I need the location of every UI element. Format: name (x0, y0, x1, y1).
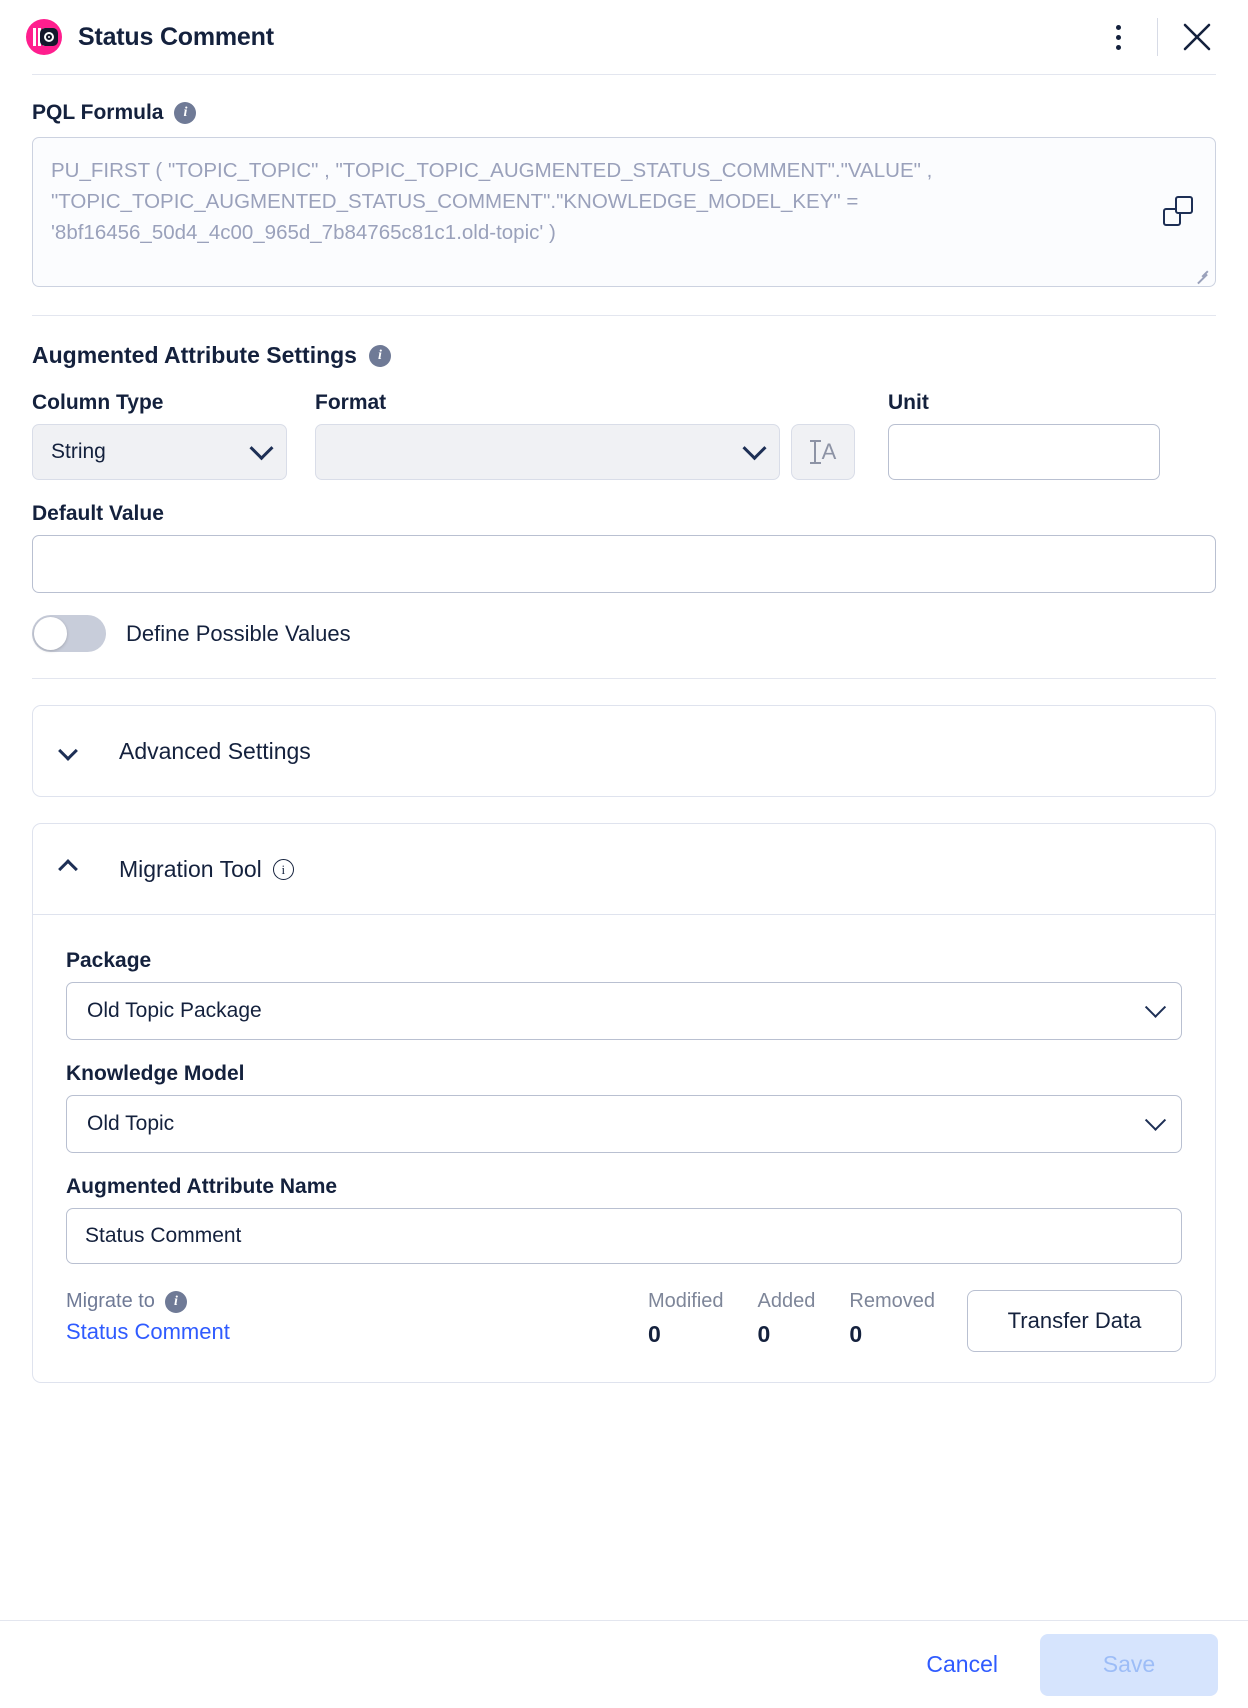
advanced-settings-title-row: Advanced Settings (119, 738, 311, 765)
unit-field: Unit (888, 391, 1160, 480)
info-icon[interactable]: i (164, 1290, 187, 1313)
stat-modified-label: Modified (647, 1290, 724, 1312)
format-label: Format (315, 391, 387, 414)
info-icon[interactable]: i (368, 344, 391, 367)
package-label: Package (66, 949, 152, 972)
knowledge-model-field: Knowledge Model Old Topic (66, 1062, 1182, 1153)
format-field: Format (315, 391, 780, 480)
define-possible-values-row: Define Possible Values (32, 615, 1216, 652)
dialog-header-left: Status Comment (26, 19, 274, 55)
column-type-value: String (51, 440, 106, 463)
augmented-attribute-name-field: Augmented Attribute Name (66, 1175, 1182, 1264)
pql-formula-text: PU_FIRST ( "TOPIC_TOPIC" , "TOPIC_TOPIC_… (51, 159, 938, 244)
cancel-button[interactable]: Cancel (912, 1641, 1012, 1688)
migrate-to-caption-row: Migrate to i (66, 1290, 648, 1313)
chip-icon (40, 28, 58, 46)
page-title: Status Comment (78, 22, 274, 51)
pql-formula-label-row: PQL Formula i (32, 101, 1216, 125)
close-button[interactable] (1174, 14, 1220, 60)
default-value-input[interactable] (32, 535, 1216, 593)
status-comment-dialog: Status Comment PQL Formula i PU_FIRST ( … (0, 0, 1248, 1708)
columns-chip-icon (26, 19, 62, 55)
pql-formula-label: PQL Formula (32, 101, 164, 124)
dialog-body: PQL Formula i PU_FIRST ( "TOPIC_TOPIC" ,… (0, 74, 1248, 1620)
chevron-up-icon (58, 859, 78, 879)
stat-removed-value: 0 (849, 1321, 863, 1347)
package-field: Package Old Topic Package (66, 949, 1182, 1040)
dialog-header: Status Comment (0, 0, 1248, 74)
migration-tool-title: Migration Tool (119, 855, 262, 882)
header-divider (1157, 18, 1158, 56)
package-select[interactable]: Old Topic Package (66, 982, 1182, 1040)
chevron-down-icon (58, 741, 78, 761)
column-type-label: Column Type (32, 391, 164, 414)
toggle-knob (34, 617, 67, 650)
stat-modified-value: 0 (647, 1321, 661, 1347)
stat-added-label: Added (757, 1290, 816, 1312)
default-value-field: Default Value (32, 502, 1216, 593)
augmented-settings-row: Column Type String Format A Unit (32, 391, 1216, 480)
stat-removed-label: Removed (849, 1290, 935, 1312)
define-possible-values-toggle[interactable] (32, 615, 106, 652)
format-select[interactable] (315, 424, 780, 480)
define-possible-values-label: Define Possible Values (126, 620, 351, 646)
advanced-settings-header[interactable]: Advanced Settings (33, 706, 1215, 796)
dialog-header-actions (1095, 14, 1220, 60)
knowledge-model-select[interactable]: Old Topic (66, 1095, 1182, 1153)
migration-tool-title-row: Migration Tool i (119, 856, 294, 883)
text-format-glyph: A (821, 439, 837, 464)
chevron-down-icon (1144, 1109, 1167, 1131)
migration-tool-header[interactable]: Migration Tool i (33, 824, 1215, 914)
stat-added-value: 0 (757, 1321, 771, 1347)
section-divider-2 (32, 678, 1216, 679)
default-value-label: Default Value (32, 502, 164, 525)
stat-added: Added 0 (758, 1290, 816, 1348)
chevron-down-icon (1144, 996, 1167, 1018)
format-button-wrap: A (791, 424, 855, 480)
migration-tool-card: Migration Tool i Package Old Topic Packa… (32, 823, 1216, 1383)
knowledge-model-value: Old Topic (87, 1112, 175, 1135)
advanced-settings-card: Advanced Settings (32, 705, 1216, 797)
column-type-field: Column Type String (32, 391, 287, 480)
info-outline-icon[interactable]: i (272, 858, 294, 880)
column-type-select[interactable]: String (32, 424, 287, 480)
advanced-settings-title: Advanced Settings (119, 737, 311, 764)
migrate-to-target-link[interactable]: Status Comment (66, 1319, 648, 1345)
stat-removed: Removed 0 (849, 1290, 935, 1348)
advanced-chevron-wrap (58, 741, 101, 761)
unit-input[interactable] (888, 424, 1160, 480)
package-value: Old Topic Package (87, 999, 262, 1022)
migration-chevron-wrap (58, 859, 101, 879)
chevron-down-icon (249, 435, 274, 460)
section-divider (32, 315, 1216, 316)
copy-icon[interactable] (1163, 196, 1193, 226)
kebab-menu-icon (1115, 24, 1121, 50)
info-icon[interactable]: i (174, 102, 197, 124)
resize-grip-icon[interactable] (1196, 268, 1210, 282)
text-format-icon (809, 440, 821, 464)
migrate-to-block: Migrate to i Status Comment (66, 1290, 648, 1345)
text-format-button[interactable]: A (791, 424, 855, 480)
augmented-settings-title: Augmented Attribute Settings (32, 342, 357, 368)
migration-tool-body: Package Old Topic Package Knowledge Mode… (33, 914, 1215, 1382)
stat-modified: Modified 0 (648, 1290, 724, 1348)
migrate-summary-row: Migrate to i Status Comment Modified 0 A… (66, 1290, 1182, 1352)
migrate-to-caption: Migrate to (66, 1290, 155, 1312)
close-icon (1183, 23, 1211, 51)
augmented-settings-title-row: Augmented Attribute Settings i (32, 342, 1216, 369)
augmented-attribute-name-input[interactable] (66, 1208, 1182, 1264)
migration-stats: Modified 0 Added 0 Removed 0 (648, 1290, 935, 1348)
header-rule (32, 74, 1216, 75)
dialog-footer: Cancel Save (0, 1620, 1248, 1708)
unit-label: Unit (888, 391, 929, 414)
save-button[interactable]: Save (1040, 1633, 1218, 1696)
knowledge-model-label: Knowledge Model (66, 1062, 245, 1085)
augmented-attribute-name-label: Augmented Attribute Name (66, 1175, 338, 1198)
transfer-data-button[interactable]: Transfer Data (967, 1290, 1182, 1352)
pql-formula-textarea[interactable]: PU_FIRST ( "TOPIC_TOPIC" , "TOPIC_TOPIC_… (32, 137, 1216, 287)
chevron-down-icon (742, 435, 767, 460)
kebab-menu-button[interactable] (1095, 14, 1141, 60)
